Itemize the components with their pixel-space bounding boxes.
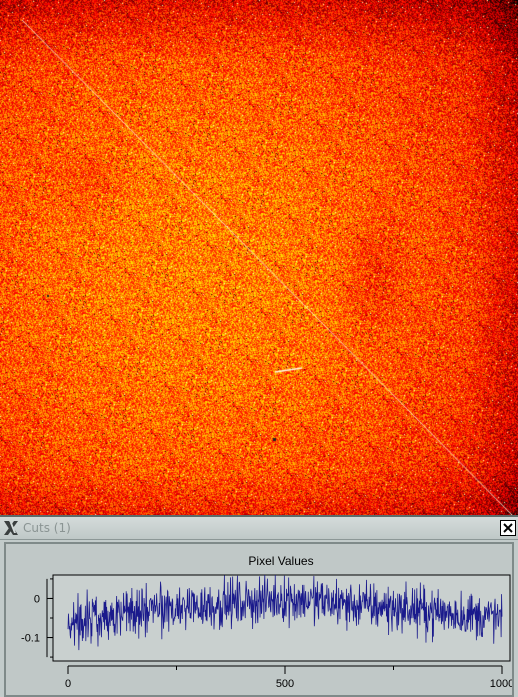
close-button[interactable] (500, 520, 516, 536)
plot-frame: Pixel Values 0 -0.1 0 500 1000 (4, 542, 514, 697)
y-tick-label: 0 (34, 593, 40, 605)
title-bar[interactable]: Cuts (1) (0, 517, 518, 540)
x-logo-icon (4, 521, 18, 535)
cuts-window: Cuts (1) Pixel Values 0 -0.1 0 500 1000 (0, 515, 518, 697)
close-icon (503, 523, 513, 533)
image-canvas[interactable] (0, 0, 518, 515)
x-tick-label: 500 (276, 678, 294, 690)
pixel-values-chart[interactable]: Pixel Values 0 -0.1 0 500 1000 (6, 544, 512, 695)
x-tick-label: 1000 (490, 678, 512, 690)
chart-title: Pixel Values (248, 554, 313, 568)
image-view[interactable] (0, 0, 518, 515)
window-title: Cuts (1) (23, 521, 71, 535)
y-tick-label: -0.1 (21, 633, 40, 645)
x-axis: 0 500 1000 (65, 665, 512, 690)
y-axis: 0 -0.1 (21, 578, 53, 658)
x-tick-label: 0 (65, 678, 71, 690)
